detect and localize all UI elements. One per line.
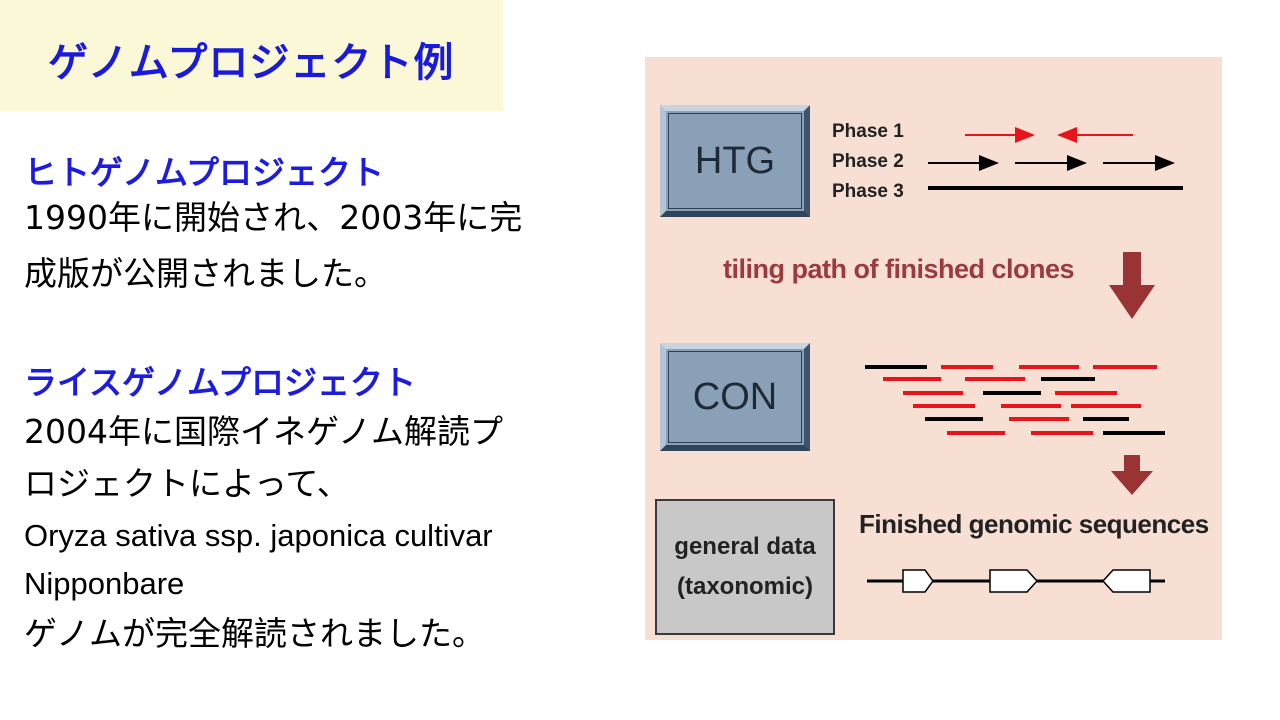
gene-feature-3 [1101,569,1151,593]
rice-genome-heading: ライスゲノムプロジェクト [24,363,417,402]
genome-submission-diagram: HTG CON general data (taxonomic) Phase 1… [645,57,1222,640]
gene-feature-2 [989,569,1039,593]
human-genome-heading: ヒトゲノムプロジェクト [24,153,385,192]
tiling-clones [865,365,1165,435]
down-arrow-2 [1111,455,1153,495]
rice-species-line-1: Oryza sativa ssp. japonica cultivar [24,518,493,553]
rice-genome-line-2: ロジェクトによって、 [24,464,350,503]
rice-genome-closing: ゲノムが完全解読されました。 [24,614,486,653]
human-genome-line-1: 1990年に開始され、2003年に完 [24,198,523,237]
down-arrow-1 [1109,252,1155,319]
finished-sequence-line [867,569,1165,593]
gene-feature-1 [902,569,934,593]
human-genome-line-2: 成版が公開されました。 [24,254,387,293]
diagram-lines [865,127,1183,593]
rice-genome-line-1: 2004年に国際イネゲノム解読プ [24,412,503,451]
rice-species-line-2: Nipponbare [24,566,185,601]
slide-title: ゲノムプロジェクト例 [48,40,455,86]
title-banner: ゲノムプロジェクト例 [0,0,503,111]
